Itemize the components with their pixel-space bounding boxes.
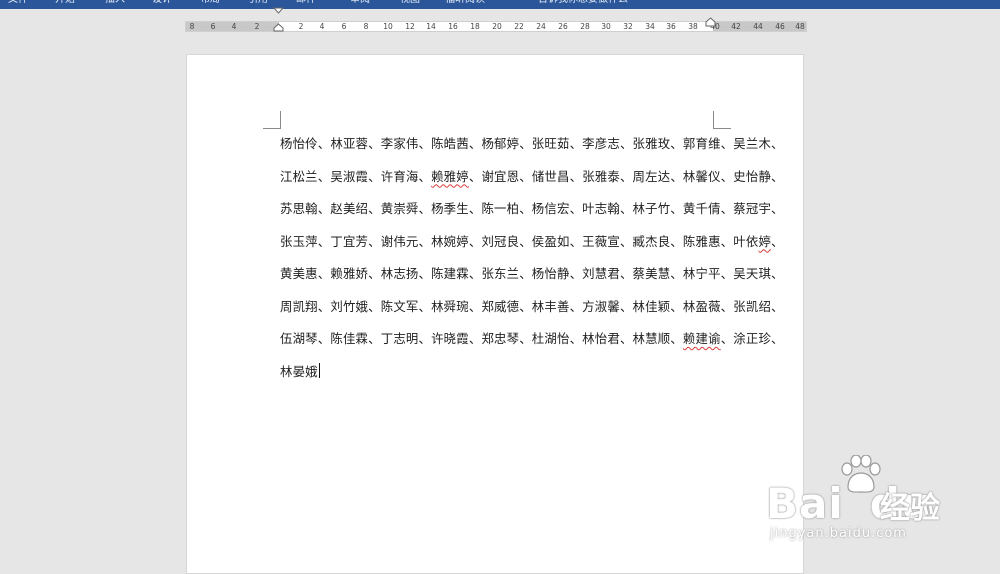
ruler-number: 24 <box>536 22 546 31</box>
ribbon-bar: 文件 开始 插入 设计 布局 引用 邮件 审阅 视图 福昕阅读 告诉我你想要做什么 <box>0 0 1000 9</box>
crop-mark-top-left <box>263 111 281 129</box>
ribbon-tab[interactable]: 邮件 <box>296 0 316 7</box>
baidu-jingyan-watermark: Bai du 经验 jingyan.baidu.com <box>760 455 950 545</box>
ribbon-tab[interactable]: 设计 <box>152 0 172 7</box>
ruler-number: 36 <box>666 22 676 31</box>
spelling-error-word: 婷 <box>758 233 772 249</box>
text-line: 林晏娥 <box>280 362 720 396</box>
text-line: 黄美惠、赖雅娇、林志扬、陈建霖、张东兰、杨怡静、刘慧君、蔡美慧、林宁平、吴天琪、 <box>280 265 783 298</box>
ruler-number: 8 <box>189 22 195 31</box>
text-run: 、涂正珍、 <box>720 331 784 346</box>
text-line: 伍湖琴、陈佳霖、丁志明、许晓霞、郑忠琴、杜湖怡、林怡君、林慧顺、赖建谕、涂正珍、 <box>280 330 783 363</box>
text-run: 张玉萍、丁宜芳、谢伟元、林婉婷、刘冠良、侯盈如、王薇宣、臧杰良、陈雅惠、叶依 <box>280 233 759 249</box>
ruler-number: 32 <box>623 22 633 31</box>
watermark-jingyan: 经验 <box>880 491 940 526</box>
ruler-number: 28 <box>580 22 590 31</box>
text-line: 江松兰、吴淑霞、许育海、赖雅婷、谢宜恩、储世昌、张雅泰、周左达、林馨仪、史怡静、 <box>280 168 783 201</box>
watermark-url: jingyan.baidu.com <box>770 526 907 541</box>
ruler-area: 8642246810121416182022242628303234363840… <box>0 9 1000 51</box>
ruler-number: 26 <box>558 22 568 31</box>
ruler-number: 18 <box>470 22 480 31</box>
text-cursor <box>318 362 320 378</box>
ruler-number: 4 <box>319 22 325 31</box>
text-line: 苏思翰、赵美绍、黄崇舜、杨季生、陈一柏、杨信宏、叶志翰、林子竹、黄千倩、蔡冠宇、 <box>280 200 783 233</box>
tell-me-search[interactable]: 告诉我你想要做什么 <box>538 0 628 7</box>
ruler-number: 14 <box>426 22 436 31</box>
text-line: 周凯翔、刘竹娥、陈文军、林舜琬、郑威德、林丰善、方淑馨、林佳颖、林盈薇、张凯绍、 <box>280 298 783 331</box>
ribbon-tab[interactable]: 布局 <box>200 0 220 7</box>
text-line: 张玉萍、丁宜芳、谢伟元、林婉婷、刘冠良、侯盈如、王薇宣、臧杰良、陈雅惠、叶依婷、 <box>280 233 783 266</box>
ruler-number: 2 <box>298 22 304 31</box>
ruler-number: 30 <box>601 22 611 31</box>
ribbon-tab[interactable]: 视图 <box>400 0 420 7</box>
spelling-error-word: 赖建谕 <box>682 331 721 346</box>
ruler-number: 42 <box>731 22 741 31</box>
ruler-number: 44 <box>753 22 763 31</box>
ruler-number: 10 <box>383 22 393 31</box>
ribbon-tab[interactable]: 文件 <box>8 0 28 7</box>
right-indent-marker[interactable] <box>705 17 716 27</box>
document-page[interactable]: 杨怡伶、林亚蓉、李家伟、陈皓茜、杨郁婷、张旺茹、李彦志、张雅玫、郭育维、吴兰木、… <box>186 54 804 574</box>
ruler-number: 8 <box>363 22 369 31</box>
ribbon-tab[interactable]: 开始 <box>55 0 75 7</box>
ruler-number: 20 <box>492 22 502 31</box>
ruler-number: 6 <box>210 22 216 31</box>
ruler-number: 2 <box>254 22 260 31</box>
text-run: 黄美惠、赖雅娇、林志扬、陈建霖、张东兰、杨怡静、刘慧君、蔡美慧、林宁平、吴天琪、 <box>280 266 784 281</box>
text-run: 江松兰、吴淑霞、许育海、 <box>280 168 432 184</box>
ribbon-tab[interactable]: 福昕阅读 <box>445 0 485 7</box>
crop-mark-top-right <box>713 111 731 129</box>
text-line: 杨怡伶、林亚蓉、李家伟、陈皓茜、杨郁婷、张旺茹、李彦志、张雅玫、郭育维、吴兰木、 <box>280 135 783 168</box>
spelling-error-word: 赖雅婷 <box>431 168 469 184</box>
document-body[interactable]: 杨怡伶、林亚蓉、李家伟、陈皓茜、杨郁婷、张旺茹、李彦志、张雅玫、郭育维、吴兰木、… <box>280 135 783 396</box>
text-run: 伍湖琴、陈佳霖、丁志明、许晓霞、郑忠琴、杜湖怡、林怡君、林慧顺、 <box>280 331 683 346</box>
ruler-number: 34 <box>645 22 655 31</box>
ribbon-tab[interactable]: 插入 <box>105 0 125 7</box>
ruler-number: 16 <box>448 22 458 31</box>
text-run: 周凯翔、刘竹娥、陈文军、林舜琬、郑威德、林丰善、方淑馨、林佳颖、林盈薇、张凯绍、 <box>280 298 784 314</box>
ruler-number: 48 <box>795 22 805 31</box>
ruler-number: 12 <box>405 22 415 31</box>
text-run: 、谢宜恩、储世昌、张雅泰、周左达、林馨仪、史怡静、 <box>468 168 784 184</box>
ruler-number: 4 <box>231 22 237 31</box>
text-run: 、 <box>771 233 784 249</box>
ruler-number: 46 <box>775 22 785 31</box>
ribbon-tab[interactable]: 引用 <box>248 0 268 7</box>
ruler-number: 6 <box>341 22 347 31</box>
text-run: 林晏娥 <box>280 363 318 379</box>
ruler-number: 38 <box>688 22 698 31</box>
first-line-indent-marker[interactable] <box>273 7 284 33</box>
ribbon-tab[interactable]: 审阅 <box>350 0 370 7</box>
text-run: 杨怡伶、林亚蓉、李家伟、陈皓茜、杨郁婷、张旺茹、李彦志、张雅玫、郭育维、吴兰木、 <box>280 136 784 151</box>
ruler-number: 22 <box>514 22 524 31</box>
text-run: 苏思翰、赵美绍、黄崇舜、杨季生、陈一柏、杨信宏、叶志翰、林子竹、黄千倩、蔡冠宇、 <box>280 201 784 216</box>
